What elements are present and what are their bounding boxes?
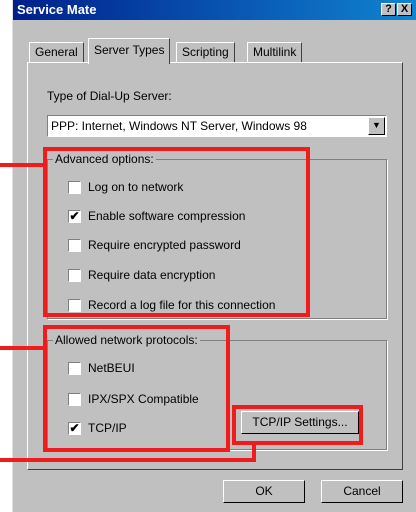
- checkbox-box[interactable]: [68, 181, 81, 194]
- tab-general[interactable]: General: [29, 42, 84, 62]
- checkbox-label: Log on to network: [88, 180, 184, 194]
- close-button[interactable]: X: [397, 3, 412, 16]
- server-type-value: PPP: Internet, Windows NT Server, Window…: [51, 119, 307, 133]
- tab-server-types[interactable]: Server Types: [88, 38, 171, 64]
- checkbox-box[interactable]: ✔: [68, 422, 81, 435]
- tab-scripting[interactable]: Scripting: [176, 42, 235, 62]
- cancel-button[interactable]: Cancel: [321, 480, 403, 503]
- tcpip-settings-button[interactable]: TCP/IP Settings...: [241, 411, 359, 434]
- checkbox-box[interactable]: ✔: [68, 210, 81, 223]
- checkbox-label: Require data encryption: [88, 268, 216, 282]
- chevron-down-icon[interactable]: ▼: [368, 117, 385, 135]
- checkbox-label: NetBEUI: [88, 361, 135, 375]
- checkbox-box[interactable]: [68, 362, 81, 375]
- dialog-window: Service Mate ? X General Server Types Sc…: [12, 0, 416, 512]
- checkbox-label: Record a log file for this connection: [88, 298, 276, 312]
- ok-button[interactable]: OK: [223, 480, 305, 503]
- callout-line-tcpip-horizontal: [0, 458, 256, 462]
- checkbox-box[interactable]: [68, 393, 81, 406]
- checkbox-label: IPX/SPX Compatible: [88, 392, 199, 406]
- window-title: Service Mate: [17, 2, 97, 17]
- callout-line-advanced: [0, 163, 46, 167]
- title-bar[interactable]: Service Mate ? X: [13, 0, 416, 20]
- tab-multilink[interactable]: Multilink: [247, 42, 303, 62]
- callout-line-protocols: [0, 346, 46, 350]
- checkbox-label: Enable software compression: [88, 209, 246, 223]
- protocols-title: Allowed network protocols:: [53, 333, 200, 347]
- checkbox-box[interactable]: [68, 299, 81, 312]
- checkbox-box[interactable]: [68, 269, 81, 282]
- server-type-dropdown[interactable]: PPP: Internet, Windows NT Server, Window…: [47, 115, 387, 137]
- advanced-options-title: Advanced options:: [53, 152, 156, 166]
- help-button[interactable]: ?: [381, 3, 396, 16]
- server-type-label: Type of Dial-Up Server:: [47, 89, 172, 103]
- checkbox-box[interactable]: [68, 239, 81, 252]
- checkbox-label: Require encrypted password: [88, 238, 241, 252]
- checkbox-label: TCP/IP: [88, 421, 127, 435]
